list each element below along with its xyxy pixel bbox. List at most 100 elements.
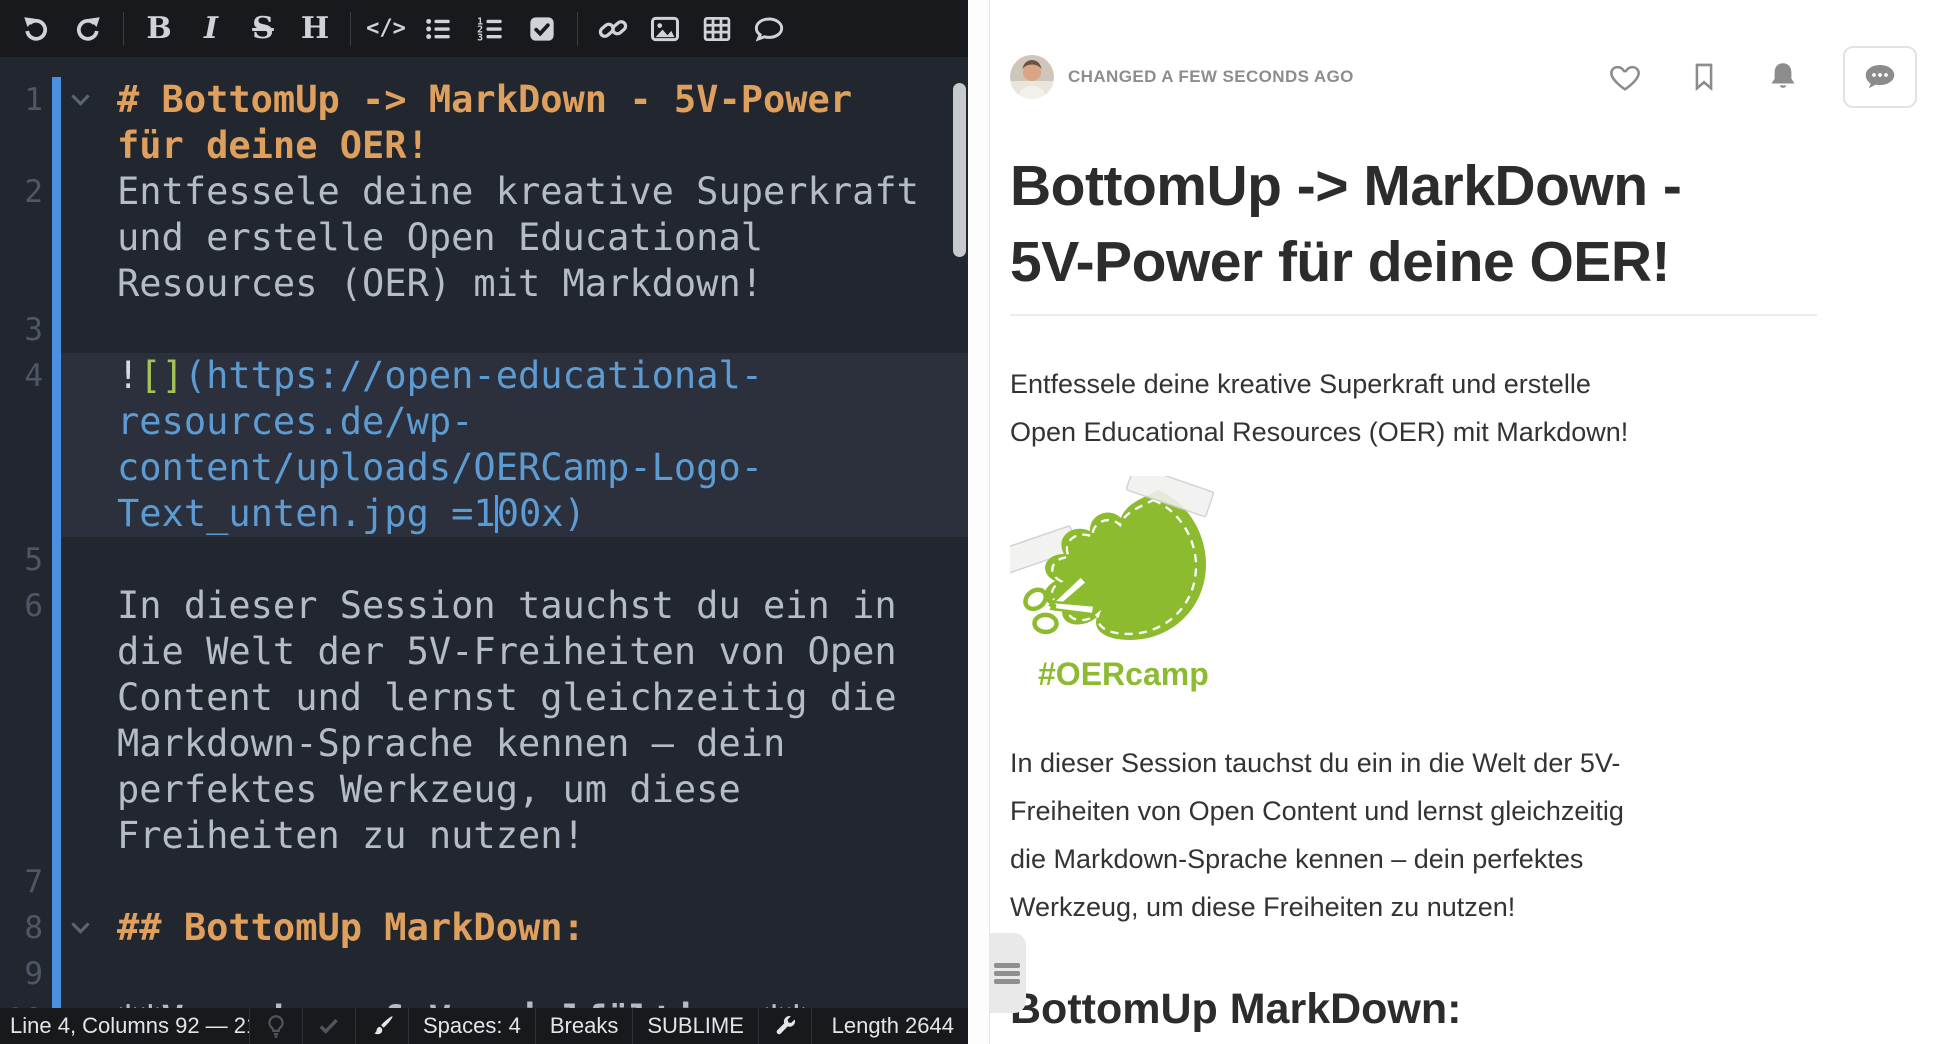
bookmark-button[interactable]	[1687, 60, 1721, 94]
theme-toggle[interactable]	[356, 1008, 409, 1044]
grip-icon	[994, 960, 1020, 987]
fold-chevron-icon[interactable]	[61, 905, 99, 951]
preview-slide-handle[interactable]	[990, 933, 1026, 1013]
changed-timestamp: CHANGED A FEW SECONDS AGO	[1068, 67, 1354, 87]
line-number: 6	[0, 583, 52, 629]
code-line	[99, 951, 968, 997]
editor-row[interactable]: 6 In dieser Session tauchst du ein in	[0, 583, 968, 629]
code-token: Entfessele deine kreative Superkraft	[117, 170, 919, 213]
editor-row[interactable]: Text_unten.jpg =100x)	[0, 491, 968, 537]
avatar[interactable]	[1010, 55, 1054, 99]
code-token: In dieser Session tauchst du ein in	[117, 584, 897, 627]
cursor-position-status: Line 4, Columns 92 — 21	[0, 1008, 250, 1044]
code-line: perfektes Werkzeug, um diese	[99, 767, 968, 813]
editor-row[interactable]: content/uploads/OERCamp-Logo-	[0, 445, 968, 491]
fold-chevron-icon[interactable]	[61, 77, 99, 123]
code-line: **Verwahren & Vervielfältigen**	[99, 997, 968, 1008]
strikethrough-button[interactable]: S	[237, 7, 289, 51]
line-number: 8	[0, 905, 52, 951]
authorship-bar	[52, 905, 61, 951]
bold-button[interactable]: B	[133, 7, 185, 51]
code-button[interactable]: </>	[360, 7, 412, 51]
line-number: 1	[0, 77, 52, 123]
undo-button[interactable]	[10, 7, 62, 51]
editor-row[interactable]: perfektes Werkzeug, um diese	[0, 767, 968, 813]
editor-row[interactable]: 5	[0, 537, 968, 583]
editor-row[interactable]: Content und lernst gleichzeitig die	[0, 675, 968, 721]
code-line: content/uploads/OERCamp-Logo-	[99, 445, 968, 491]
fold-gutter	[61, 767, 99, 813]
document-title: BottomUp -> MarkDown - 5V-Power für dein…	[1010, 148, 1817, 316]
subscribe-button[interactable]	[1765, 59, 1801, 95]
line-number	[0, 399, 52, 445]
authorship-bar	[52, 537, 61, 583]
editor-row[interactable]: die Welt der 5V-Freiheiten von Open	[0, 629, 968, 675]
check-list-button[interactable]	[516, 7, 568, 51]
fold-gutter	[61, 261, 99, 307]
preferences-button[interactable]	[759, 1008, 812, 1044]
pane-splitter[interactable]	[968, 0, 990, 1044]
editor-row[interactable]: Resources (OER) mit Markdown!	[0, 261, 968, 307]
editor-row[interactable]: Markdown-Sprache kennen – dein	[0, 721, 968, 767]
editor-row[interactable]: 9	[0, 951, 968, 997]
code-token: content/uploads/OERCamp-Logo-	[117, 446, 763, 489]
code-token: ## BottomUp MarkDown:	[117, 906, 585, 949]
code-line: resources.de/wp-	[99, 399, 968, 445]
editor-row[interactable]: für deine OER!	[0, 123, 968, 169]
heading-label: H	[301, 11, 329, 46]
line-number	[0, 445, 52, 491]
editor-row[interactable]: Freiheiten zu nutzen!	[0, 813, 968, 859]
editor-row[interactable]: 8 ## BottomUp MarkDown:	[0, 905, 968, 951]
linebreak-setting[interactable]: Breaks	[536, 1008, 633, 1044]
editor-row[interactable]: 7	[0, 859, 968, 905]
open-comments-button[interactable]	[1843, 46, 1917, 108]
authorship-bar	[52, 997, 61, 1008]
like-button[interactable]	[1607, 59, 1643, 95]
unordered-list-button[interactable]	[412, 7, 464, 51]
authorship-bar	[52, 77, 61, 123]
line-number: 10	[0, 997, 52, 1008]
editor-toolbar: B I S H </> 1 2 3	[0, 0, 968, 57]
bookmark-icon	[1687, 60, 1721, 94]
indent-setting[interactable]: Spaces: 4	[409, 1008, 536, 1044]
line-number: 3	[0, 307, 52, 353]
line-number	[0, 261, 52, 307]
editor-row[interactable]: 10 **Verwahren & Vervielfältigen**	[0, 997, 968, 1008]
editor-row[interactable]: resources.de/wp-	[0, 399, 968, 445]
italic-button[interactable]: I	[185, 7, 237, 51]
code-token: 00x)	[497, 492, 586, 535]
comment-button[interactable]	[743, 7, 795, 51]
ordered-list-button[interactable]: 1 2 3	[464, 7, 516, 51]
code-line: Entfessele deine kreative Superkraft	[99, 169, 968, 215]
editor-row[interactable]: und erstelle Open Educational	[0, 215, 968, 261]
editor-scrollbar-thumb[interactable]	[953, 83, 966, 257]
oercamp-logo-caption: #OERcamp	[1038, 656, 1938, 693]
code-token: Content und lernst gleichzeitig die	[117, 676, 897, 719]
editor-row[interactable]: 2Entfessele deine kreative Superkraft	[0, 169, 968, 215]
code-editor[interactable]: 1# BottomUp -> MarkDown - 5V-Powerfür de…	[0, 57, 968, 1008]
authorship-bar	[52, 675, 61, 721]
fold-gutter	[61, 629, 99, 675]
insert-link-button[interactable]	[587, 7, 639, 51]
bold-label: B	[146, 11, 171, 46]
authorship-bar	[52, 767, 61, 813]
editor-row[interactable]: 4![](https://open-educational-	[0, 353, 968, 399]
heading-button[interactable]: H	[289, 7, 341, 51]
redo-button[interactable]	[62, 7, 114, 51]
line-number: 9	[0, 951, 52, 997]
keymap-setting[interactable]: SUBLIME	[633, 1008, 759, 1044]
editor-row[interactable]: 1# BottomUp -> MarkDown - 5V-Power	[0, 77, 968, 123]
code-label: </>	[366, 16, 406, 41]
authorship-bar	[52, 215, 61, 261]
line-number	[0, 721, 52, 767]
authorship-bar	[52, 261, 61, 307]
insert-table-button[interactable]	[691, 7, 743, 51]
comment-icon	[753, 13, 785, 45]
heart-icon	[1607, 59, 1643, 95]
editor-row[interactable]: 3	[0, 307, 968, 353]
check-list-icon	[528, 15, 556, 43]
svg-text:3: 3	[477, 32, 483, 42]
authorship-bar	[52, 859, 61, 905]
code-line: ![](https://open-educational-	[99, 353, 968, 399]
insert-image-button[interactable]	[639, 7, 691, 51]
